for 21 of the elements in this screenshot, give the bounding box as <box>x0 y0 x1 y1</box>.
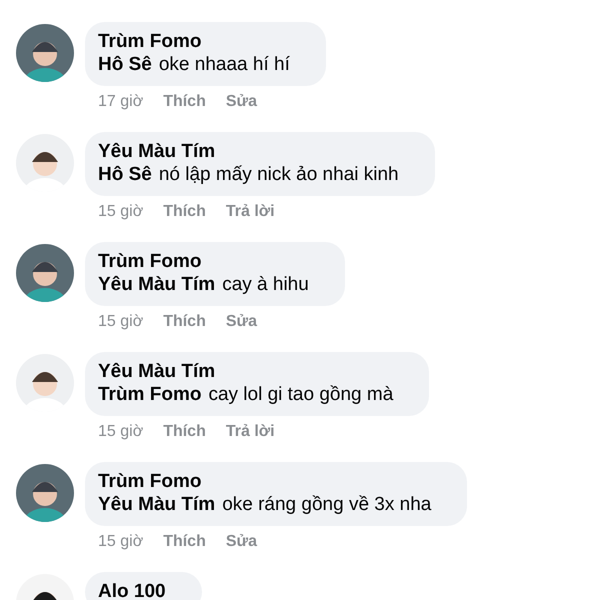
comment-text: cay lol gi tao gồng mà <box>208 383 394 407</box>
author-name[interactable]: Yêu Màu Tím <box>98 361 394 383</box>
mention-link[interactable]: Hô Sê <box>98 53 152 77</box>
comment-text: nó lập mấy nick ảo nhai kinh <box>158 163 399 187</box>
comment-text: oke ráng gồng về 3x nha <box>222 493 432 517</box>
mention-link[interactable]: Trùm Fomo <box>98 383 202 407</box>
comment-text: oke nhaaa hí hí <box>158 53 290 77</box>
comment-text: cay à hihu <box>222 273 309 297</box>
mention-link[interactable]: Yêu Màu Tím <box>98 273 216 297</box>
mention-link[interactable]: Hô Sê <box>98 163 152 187</box>
timestamp: 15 giờ <box>98 422 144 442</box>
timestamp: 15 giờ <box>98 312 144 332</box>
author-name[interactable]: Alo 100 <box>98 581 166 600</box>
author-name[interactable]: Trùm Fomo <box>98 251 309 273</box>
mention-link[interactable]: Yêu Màu Tím <box>98 493 216 517</box>
author-name[interactable]: Yêu Màu Tím <box>98 141 399 163</box>
timestamp: 15 giờ <box>98 202 144 222</box>
author-name[interactable]: Trùm Fomo <box>98 31 290 53</box>
author-name[interactable]: Trùm Fomo <box>98 471 432 493</box>
timestamp: 15 giờ <box>98 532 144 552</box>
timestamp: 17 giờ <box>98 92 144 112</box>
